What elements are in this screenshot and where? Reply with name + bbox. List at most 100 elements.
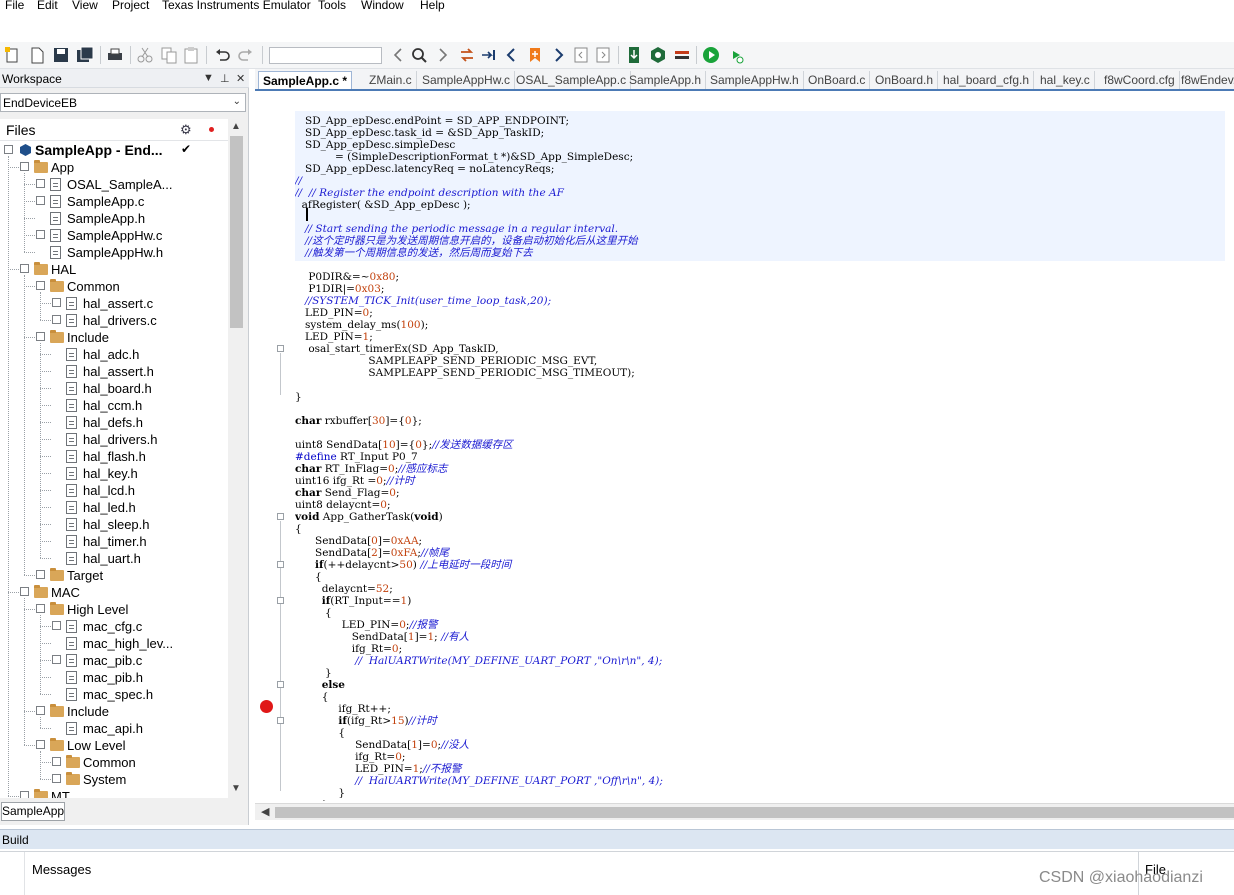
tab-f8wcoord-cfg[interactable]: f8wCoord.cfg	[1100, 71, 1180, 89]
go-to-icon[interactable]	[480, 46, 498, 64]
menu-file[interactable]: File	[5, 0, 24, 12]
tab-f8wendev[interactable]: f8wEndev...	[1177, 71, 1234, 89]
tree-folder-system[interactable]: System	[0, 771, 228, 788]
scroll-left-icon[interactable]: ◀	[261, 805, 269, 818]
expand-icon[interactable]	[52, 298, 61, 307]
tree-file-mac-pib-c[interactable]: mac_pib.c	[0, 652, 228, 669]
tree-folder-common[interactable]: Common	[0, 754, 228, 771]
menu-texas-instruments-emulator[interactable]: Texas Instruments Emulator	[162, 0, 311, 12]
redo-icon[interactable]	[236, 46, 254, 64]
collapse-icon[interactable]	[4, 145, 13, 154]
fold-toggle-icon[interactable]	[277, 717, 284, 724]
download-icon[interactable]	[625, 46, 643, 64]
fold-toggle-icon[interactable]	[277, 345, 284, 352]
tab-sampleapp-c[interactable]: SampleApp.c *	[258, 71, 353, 89]
menu-tools[interactable]: Tools	[318, 0, 346, 12]
tree-file-mac-api-h[interactable]: mac_api.h	[0, 720, 228, 737]
expand-icon[interactable]	[52, 774, 61, 783]
collapse-icon[interactable]	[20, 264, 29, 273]
expand-icon[interactable]	[36, 230, 45, 239]
tree-file-hal-adc-h[interactable]: hal_adc.h	[0, 346, 228, 363]
tree-file-hal-uart-h[interactable]: hal_uart.h	[0, 550, 228, 567]
copy-icon[interactable]	[160, 46, 178, 64]
tab-osal-sampleapp-c[interactable]: OSAL_SampleApp.c	[512, 71, 632, 89]
tree-file-hal-ccm-h[interactable]: hal_ccm.h	[0, 397, 228, 414]
workspace-tab[interactable]: SampleApp	[1, 802, 65, 821]
navigate-forward-icon[interactable]	[434, 46, 452, 64]
tree-scrollbar[interactable]: ▲ ▼	[228, 119, 245, 798]
scroll-up-icon[interactable]: ▲	[231, 121, 241, 132]
chevron-down-icon[interactable]: ▼	[203, 72, 214, 84]
tree-file-hal-sleep-h[interactable]: hal_sleep.h	[0, 516, 228, 533]
tree-folder-mac[interactable]: MAC	[0, 584, 228, 601]
expand-icon[interactable]	[52, 655, 61, 664]
messages-column-header[interactable]: Messages	[32, 862, 91, 877]
tab-sampleapphw-h[interactable]: SampleAppHw.h	[706, 71, 804, 89]
tab-onboard-h[interactable]: OnBoard.h	[871, 71, 939, 89]
tab-hal-key-c[interactable]: hal_key.c	[1036, 71, 1095, 89]
scroll-thumb[interactable]	[275, 807, 1234, 818]
tree-file-hal-drivers-c[interactable]: hal_drivers.c	[0, 312, 228, 329]
expand-icon[interactable]	[52, 315, 61, 324]
tree-folder-sampleapp-end[interactable]: SampleApp - End... ✔	[0, 142, 228, 159]
paste-icon[interactable]	[182, 46, 200, 64]
code-area[interactable]: SD_App_epDesc.endPoint = SD_APP_ENDPOINT…	[295, 111, 1225, 801]
replace-icon[interactable]	[458, 46, 476, 64]
tree-file-hal-lcd-h[interactable]: hal_lcd.h	[0, 482, 228, 499]
configuration-select[interactable]: EndDeviceEB ⌄	[0, 93, 246, 112]
tab-hal-board-cfg-h[interactable]: hal_board_cfg.h	[939, 71, 1035, 89]
print-icon[interactable]	[106, 46, 124, 64]
pin-icon[interactable]: ⊥	[220, 72, 230, 85]
collapse-icon[interactable]	[36, 281, 45, 290]
tree-file-mac-high-lev[interactable]: mac_high_lev...	[0, 635, 228, 652]
fold-toggle-icon[interactable]	[277, 681, 284, 688]
collapse-icon[interactable]	[36, 706, 45, 715]
chevron-down-icon[interactable]: ⌄	[233, 96, 241, 107]
tree-file-mac-cfg-c[interactable]: mac_cfg.c	[0, 618, 228, 635]
navigate-back-icon[interactable]	[389, 46, 407, 64]
tree-file-hal-assert-c[interactable]: hal_assert.c	[0, 295, 228, 312]
tab-sampleapp-h[interactable]: SampleApp.h	[625, 71, 707, 89]
fold-toggle-icon[interactable]	[277, 597, 284, 604]
menu-help[interactable]: Help	[420, 0, 445, 12]
next-bookmark-icon[interactable]	[549, 46, 567, 64]
collapse-icon[interactable]	[36, 332, 45, 341]
menu-window[interactable]: Window	[361, 0, 404, 12]
fold-toggle-icon[interactable]	[277, 561, 284, 568]
menu-edit[interactable]: Edit	[37, 0, 58, 12]
menu-project[interactable]: Project	[112, 0, 149, 12]
new-workspace-icon[interactable]	[4, 46, 22, 64]
scroll-down-icon[interactable]: ▼	[231, 783, 241, 794]
tree-file-hal-drivers-h[interactable]: hal_drivers.h	[0, 431, 228, 448]
expand-icon[interactable]	[36, 179, 45, 188]
cut-icon[interactable]	[136, 46, 154, 64]
fold-toggle-icon[interactable]	[277, 513, 284, 520]
breakpoint-icon[interactable]	[260, 700, 273, 713]
tree-file-hal-defs-h[interactable]: hal_defs.h	[0, 414, 228, 431]
save-all-icon[interactable]	[76, 46, 94, 64]
toggle-bookmark-icon[interactable]	[526, 46, 544, 64]
close-icon[interactable]: ✕	[236, 72, 245, 85]
tree-file-mac-spec-h[interactable]: mac_spec.h	[0, 686, 228, 703]
next-icon[interactable]	[594, 46, 612, 64]
gear-icon[interactable]: ⚙	[180, 122, 192, 138]
tree-file-hal-key-h[interactable]: hal_key.h	[0, 465, 228, 482]
collapse-icon[interactable]	[20, 162, 29, 171]
collapse-icon[interactable]	[36, 740, 45, 749]
expand-icon[interactable]	[36, 196, 45, 205]
tree-file-mac-pib-h[interactable]: mac_pib.h	[0, 669, 228, 686]
save-icon[interactable]	[52, 46, 70, 64]
expand-icon[interactable]	[20, 791, 29, 798]
tree-file-hal-board-h[interactable]: hal_board.h	[0, 380, 228, 397]
tree-folder-app[interactable]: App	[0, 159, 228, 176]
tab-sampleapphw-c[interactable]: SampleAppHw.c	[418, 71, 516, 89]
scroll-thumb[interactable]	[230, 136, 243, 328]
collapse-icon[interactable]	[20, 587, 29, 596]
previous-icon[interactable]	[572, 46, 590, 64]
tree-file-hal-timer-h[interactable]: hal_timer.h	[0, 533, 228, 550]
tab-zmain-c[interactable]: ZMain.c	[365, 71, 417, 89]
tree-folder-hal[interactable]: HAL	[0, 261, 228, 278]
find-combo[interactable]	[269, 47, 382, 64]
expand-icon[interactable]	[52, 757, 61, 766]
find-icon[interactable]	[410, 46, 428, 64]
